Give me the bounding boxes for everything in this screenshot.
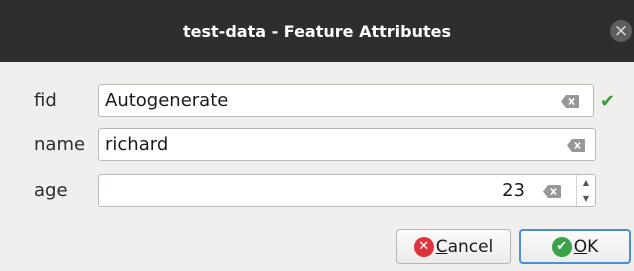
clear-text-icon[interactable] (561, 95, 579, 108)
title-bar[interactable]: test-data - Feature Attributes × (0, 0, 634, 62)
ok-label: OK (573, 236, 599, 257)
checkmark-icon: ✔ (600, 91, 616, 112)
decrement-arrow-icon[interactable]: ▼ (577, 191, 595, 207)
cancel-button[interactable]: ✕ Cancel (396, 229, 511, 264)
clear-text-icon[interactable] (567, 139, 585, 152)
close-icon: × (613, 20, 629, 41)
age-label: age (34, 180, 68, 201)
window-title: test-data - Feature Attributes (183, 21, 451, 41)
name-value: richard (105, 134, 169, 155)
age-spinbox[interactable]: 23 ▲ ▼ (98, 174, 596, 207)
fid-value: Autogenerate (105, 90, 229, 111)
name-field[interactable]: richard (98, 128, 596, 161)
cancel-x-icon: ✕ (413, 236, 434, 257)
cancel-label: Cancel (435, 236, 494, 257)
age-value: 23 (502, 180, 525, 201)
name-label: name (34, 134, 86, 155)
age-stepper[interactable]: ▲ ▼ (576, 175, 595, 206)
feature-attributes-dialog: test-data - Feature Attributes × fid Aut… (0, 0, 634, 271)
ok-button[interactable]: ✔ OK (519, 229, 631, 264)
fid-field[interactable]: Autogenerate (98, 84, 594, 117)
clear-text-icon[interactable] (543, 185, 561, 198)
fid-label: fid (34, 90, 57, 111)
ok-check-icon: ✔ (551, 236, 572, 257)
increment-arrow-icon[interactable]: ▲ (577, 175, 595, 191)
close-button[interactable]: × (610, 20, 632, 42)
